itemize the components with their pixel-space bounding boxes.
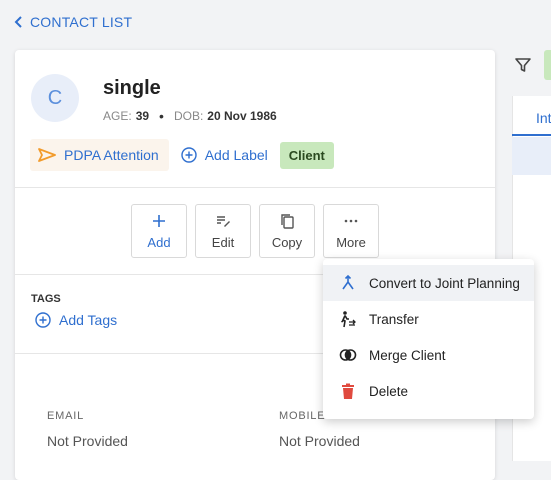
menu-item-transfer[interactable]: Transfer xyxy=(323,301,534,337)
back-link-label: CONTACT LIST xyxy=(30,14,133,30)
contact-meta: AGE: 39 • DOB: 20 Nov 1986 xyxy=(103,108,277,124)
plus-circle-icon xyxy=(35,312,51,328)
pdpa-label: PDPA Attention xyxy=(64,147,159,163)
send-arrow-icon xyxy=(38,148,56,162)
tab-int[interactable]: Int xyxy=(536,110,551,126)
back-to-contact-list-link[interactable]: CONTACT LIST xyxy=(14,14,132,30)
menu-item-convert-joint-planning[interactable]: Convert to Joint Planning xyxy=(323,265,534,301)
merge-arrows-icon xyxy=(342,274,354,290)
add-button[interactable]: Add xyxy=(131,204,187,258)
mobile-label: MOBILE xyxy=(279,410,326,422)
pdpa-attention-button[interactable]: PDPA Attention xyxy=(30,139,169,171)
email-value: Not Provided xyxy=(47,433,128,449)
plus-circle-icon xyxy=(181,147,197,163)
add-tags-label: Add Tags xyxy=(59,312,118,328)
edit-button-label: Edit xyxy=(211,234,235,250)
transfer-person-icon xyxy=(341,311,356,328)
mobile-value: Not Provided xyxy=(279,433,360,449)
menu-item-label: Merge Client xyxy=(369,347,446,363)
plus-icon xyxy=(153,214,165,227)
edit-icon xyxy=(217,215,230,227)
dob-value: 20 Nov 1986 xyxy=(207,109,277,123)
add-button-label: Add xyxy=(147,234,171,250)
add-tags-button[interactable]: Add Tags xyxy=(35,312,117,328)
right-panel-highlight-row xyxy=(512,137,551,175)
edit-button[interactable]: Edit xyxy=(195,204,251,258)
copy-button[interactable]: Copy xyxy=(259,204,315,258)
menu-item-merge-client[interactable]: Merge Client xyxy=(323,337,534,373)
more-button-label: More xyxy=(336,234,366,250)
menu-item-label: Convert to Joint Planning xyxy=(369,275,520,291)
menu-item-delete[interactable]: Delete xyxy=(323,373,534,409)
separator-dot: • xyxy=(159,108,164,124)
more-button[interactable]: More xyxy=(323,204,379,258)
avatar: C xyxy=(31,74,79,122)
more-dropdown-menu: Convert to Joint Planning Transfer Merge… xyxy=(323,259,534,419)
chevron-left-icon xyxy=(14,16,22,28)
menu-item-label: Transfer xyxy=(369,311,419,327)
status-chip-partial xyxy=(544,50,551,80)
menu-item-label: Delete xyxy=(369,383,409,399)
client-badge: Client xyxy=(279,141,334,169)
copy-button-label: Copy xyxy=(271,234,303,250)
divider xyxy=(15,187,495,188)
trash-icon xyxy=(342,383,354,399)
dob-label: DOB: xyxy=(173,109,204,123)
age-value: 39 xyxy=(135,109,150,123)
age-label: AGE: xyxy=(103,109,132,123)
email-label: EMAIL xyxy=(47,410,85,422)
active-tab-indicator xyxy=(512,134,551,136)
filter-icon[interactable] xyxy=(514,56,532,74)
labels-row: PDPA Attention Add Label Client xyxy=(30,139,334,171)
add-label-text: Add Label xyxy=(204,147,268,163)
contact-name: single xyxy=(103,77,161,99)
copy-icon xyxy=(281,213,294,229)
more-icon xyxy=(344,219,358,222)
merge-circles-icon xyxy=(339,349,357,361)
add-label-button[interactable]: Add Label xyxy=(179,147,270,163)
action-buttons: Add Edit Copy More xyxy=(131,204,379,258)
tags-title: TAGS xyxy=(31,293,61,305)
